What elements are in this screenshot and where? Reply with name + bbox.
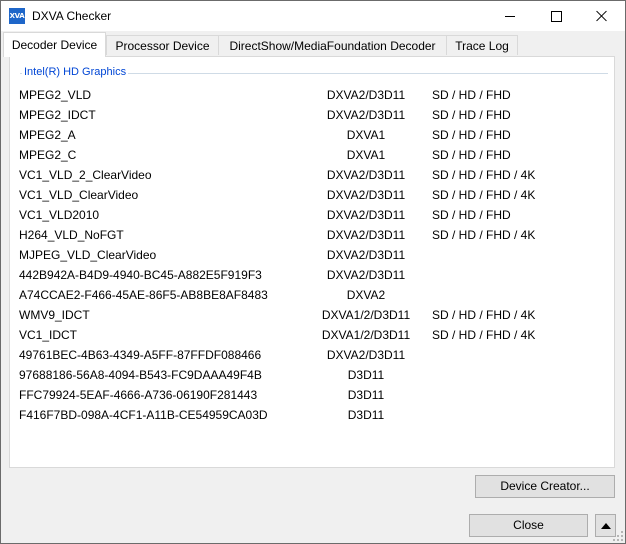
decoder-resolutions: SD / HD / FHD <box>432 148 511 162</box>
decoder-resolutions: SD / HD / FHD <box>432 108 511 122</box>
decoder-api: DXVA1 <box>346 148 386 162</box>
maximize-button[interactable] <box>533 1 579 31</box>
decoder-resolutions: SD / HD / FHD / 4K <box>432 228 536 242</box>
decoder-api: DXVA2/D3D11 <box>326 168 406 182</box>
decoder-row[interactable]: VC1_VLD2010 DXVA2/D3D11 SD / HD / FHD <box>10 205 614 225</box>
decoder-row[interactable]: MPEG2_IDCT DXVA2/D3D11 SD / HD / FHD <box>10 105 614 125</box>
decoder-row[interactable]: FFC79924-5EAF-4666-A736-06190F281443 D3D1… <box>10 385 614 405</box>
triangle-up-icon <box>601 523 611 529</box>
decoder-list: MPEG2_VLD DXVA2/D3D11 SD / HD / FHD MPEG2_I… <box>10 85 614 425</box>
group-title: Intel(R) HD Graphics <box>22 66 129 78</box>
decoder-name: F416F7BD-098A-4CF1-A11B-CE54959CA03D <box>19 408 268 422</box>
decoder-name: VC1_VLD_2_ClearVideo <box>19 168 152 182</box>
decoder-name: MJPEG_VLD_ClearVideo <box>19 248 157 262</box>
decoder-row[interactable]: H264_VLD_NoFGT DXVA2/D3D11 SD / HD / FHD /… <box>10 225 614 245</box>
decoder-api: DXVA2/D3D11 <box>326 108 406 122</box>
decoder-name: H264_VLD_NoFGT <box>19 228 124 242</box>
decoder-resolutions: SD / HD / FHD / 4K <box>432 168 536 182</box>
decoder-name: VC1_VLD_ClearVideo <box>19 188 139 202</box>
decoder-name: VC1_VLD2010 <box>19 208 100 222</box>
decoder-row[interactable]: MPEG2_C DXVA1 SD / HD / FHD <box>10 145 614 165</box>
decoder-resolutions: SD / HD / FHD / 4K <box>432 188 536 202</box>
decoder-name: 97688186-56A8-4094-B543-FC9DAAA49F4B <box>19 368 262 382</box>
decoder-row[interactable]: VC1_VLD_2_ClearVideo DXVA2/D3D11 SD / HD /… <box>10 165 614 185</box>
tab-directshow-mediafoundation-decoder[interactable]: DirectShow/MediaFoundation Decoder <box>218 35 447 55</box>
decoder-row[interactable]: WMV9_IDCT DXVA1/2/D3D11 SD / HD / FHD / 4K <box>10 305 614 325</box>
app-icon: XVA <box>9 8 25 24</box>
decoder-row[interactable]: MPEG2_VLD DXVA2/D3D11 SD / HD / FHD <box>10 85 614 105</box>
decoder-api: D3D11 <box>347 408 385 422</box>
decoder-api: DXVA2/D3D11 <box>326 188 406 202</box>
tab-bar: Decoder Device Processor Device DirectSh… <box>1 31 625 57</box>
decoder-resolutions: SD / HD / FHD / 4K <box>432 308 536 322</box>
decoder-api: DXVA2/D3D11 <box>326 208 406 222</box>
tab-trace-log[interactable]: Trace Log <box>446 35 518 55</box>
decoder-api: D3D11 <box>347 368 385 382</box>
decoder-api: DXVA2/D3D11 <box>326 228 406 242</box>
decoder-row[interactable]: 442B942A-B4D9-4940-BC45-A882E5F919F3 DXVA… <box>10 265 614 285</box>
device-creator-button[interactable]: Device Creator... <box>475 475 615 498</box>
window-title: DXVA Checker <box>32 9 112 23</box>
decoder-api: DXVA1/2/D3D11 <box>321 308 411 322</box>
decoder-row[interactable]: MPEG2_A DXVA1 SD / HD / FHD <box>10 125 614 145</box>
decoder-resolutions: SD / HD / FHD <box>432 208 511 222</box>
decoder-name: MPEG2_VLD <box>19 88 92 102</box>
decoder-name: WMV9_IDCT <box>19 308 90 322</box>
decoder-row[interactable]: 97688186-56A8-4094-B543-FC9DAAA49F4B D3D1… <box>10 365 614 385</box>
decoder-row[interactable]: 49761BEC-4B63-4349-A5FF-87FFDF088466 DXVA… <box>10 345 614 365</box>
decoder-row[interactable]: F416F7BD-098A-4CF1-A11B-CE54959CA03D D3D1… <box>10 405 614 425</box>
decoder-api: D3D11 <box>347 388 385 402</box>
decoder-row[interactable]: VC1_IDCT DXVA1/2/D3D11 SD / HD / FHD / 4K <box>10 325 614 345</box>
decoder-api: DXVA2/D3D11 <box>326 348 406 362</box>
app-window: XVA DXVA Checker Decoder Device Processo… <box>0 0 626 544</box>
decoder-name: A74CCAE2-F466-45AE-86F5-AB8BE8AF8483 <box>19 288 268 302</box>
decoder-name: MPEG2_C <box>19 148 77 162</box>
maximize-icon <box>550 10 562 22</box>
decoder-api: DXVA2/D3D11 <box>326 268 406 282</box>
decoder-api: DXVA1/2/D3D11 <box>321 328 411 342</box>
decoder-name: 49761BEC-4B63-4349-A5FF-87FFDF088466 <box>19 348 262 362</box>
close-icon <box>596 10 608 22</box>
decoder-resolutions: SD / HD / FHD <box>432 128 511 142</box>
close-button[interactable]: Close <box>469 514 588 537</box>
decoder-resolutions: SD / HD / FHD / 4K <box>432 328 536 342</box>
minimize-button[interactable] <box>487 1 533 31</box>
decoder-name: VC1_IDCT <box>19 328 78 342</box>
decoder-name: FFC79924-5EAF-4666-A736-06190F281443 <box>19 388 258 402</box>
decoder-api: DXVA2/D3D11 <box>326 88 406 102</box>
decoder-name: 442B942A-B4D9-4940-BC45-A882E5F919F3 <box>19 268 262 282</box>
close-window-button[interactable] <box>579 1 625 31</box>
decoder-api: DXVA2/D3D11 <box>326 248 406 262</box>
minimize-icon <box>505 15 515 17</box>
decoder-api: DXVA1 <box>346 128 386 142</box>
decoder-row[interactable]: A74CCAE2-F466-45AE-86F5-AB8BE8AF8483 DXVA… <box>10 285 614 305</box>
decoder-row[interactable]: VC1_VLD_ClearVideo DXVA2/D3D11 SD / HD / F… <box>10 185 614 205</box>
resize-grip-icon[interactable] <box>613 531 623 541</box>
decoder-name: MPEG2_A <box>19 128 76 142</box>
decoder-row[interactable]: MJPEG_VLD_ClearVideo DXVA2/D3D11 <box>10 245 614 265</box>
decoder-resolutions: SD / HD / FHD <box>432 88 511 102</box>
tab-decoder-device[interactable]: Decoder Device <box>3 32 106 57</box>
decoder-name: MPEG2_IDCT <box>19 108 96 122</box>
decoder-api: DXVA2 <box>346 288 386 302</box>
title-bar[interactable]: XVA DXVA Checker <box>1 1 625 31</box>
decoder-device-panel: Intel(R) HD Graphics MPEG2_VLD DXVA2/D3D1… <box>9 56 615 468</box>
tab-processor-device[interactable]: Processor Device <box>106 35 219 55</box>
